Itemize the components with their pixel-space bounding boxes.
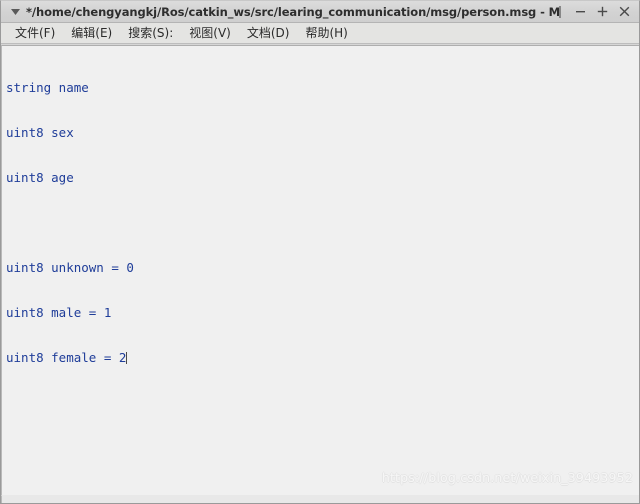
menu-item-view[interactable]: 视图(V) xyxy=(181,23,239,43)
menu-item-edit[interactable]: 编辑(E) xyxy=(63,23,120,43)
watermark: https://blog.csdn.net/weixin_39493952 xyxy=(381,470,633,485)
title-bar[interactable]: */home/chengyangkj/Ros/catkin_ws/src/lea… xyxy=(1,1,639,23)
code-line-text: uint8 female = 2 xyxy=(6,350,127,365)
code-line: uint8 age xyxy=(6,170,74,185)
title-truncation-marker xyxy=(559,5,561,18)
code-line-with-caret: uint8 female = 2 xyxy=(6,350,639,365)
chevron-down-icon[interactable] xyxy=(7,4,23,20)
menu-item-file[interactable]: 文件(F) xyxy=(7,23,63,43)
maximize-button[interactable] xyxy=(591,2,613,22)
menu-bar: 文件(F) 编辑(E) 搜索(S): 视图(V) 文档(D) 帮助(H) xyxy=(1,23,639,44)
minimize-button[interactable] xyxy=(569,2,591,22)
close-button[interactable] xyxy=(613,2,635,22)
menu-item-search[interactable]: 搜索(S): xyxy=(120,23,181,43)
window-title: */home/chengyangkj/Ros/catkin_ws/src/lea… xyxy=(26,4,559,19)
text-editor-area[interactable]: string name uint8 sex uint8 age uint8 un… xyxy=(1,45,639,495)
code-line: string name xyxy=(6,80,89,95)
text-content[interactable]: string name uint8 sex uint8 age uint8 un… xyxy=(2,46,639,395)
mousepad-window: */home/chengyangkj/Ros/catkin_ws/src/lea… xyxy=(0,0,640,504)
window-controls xyxy=(569,2,635,22)
code-line: uint8 unknown = 0 xyxy=(6,260,134,275)
code-line: uint8 male = 1 xyxy=(6,305,112,320)
code-line: uint8 sex xyxy=(6,125,74,140)
text-cursor xyxy=(126,352,128,364)
menu-item-help[interactable]: 帮助(H) xyxy=(297,23,355,43)
menu-item-document[interactable]: 文档(D) xyxy=(239,23,298,43)
window-bottom-frame xyxy=(1,495,639,503)
